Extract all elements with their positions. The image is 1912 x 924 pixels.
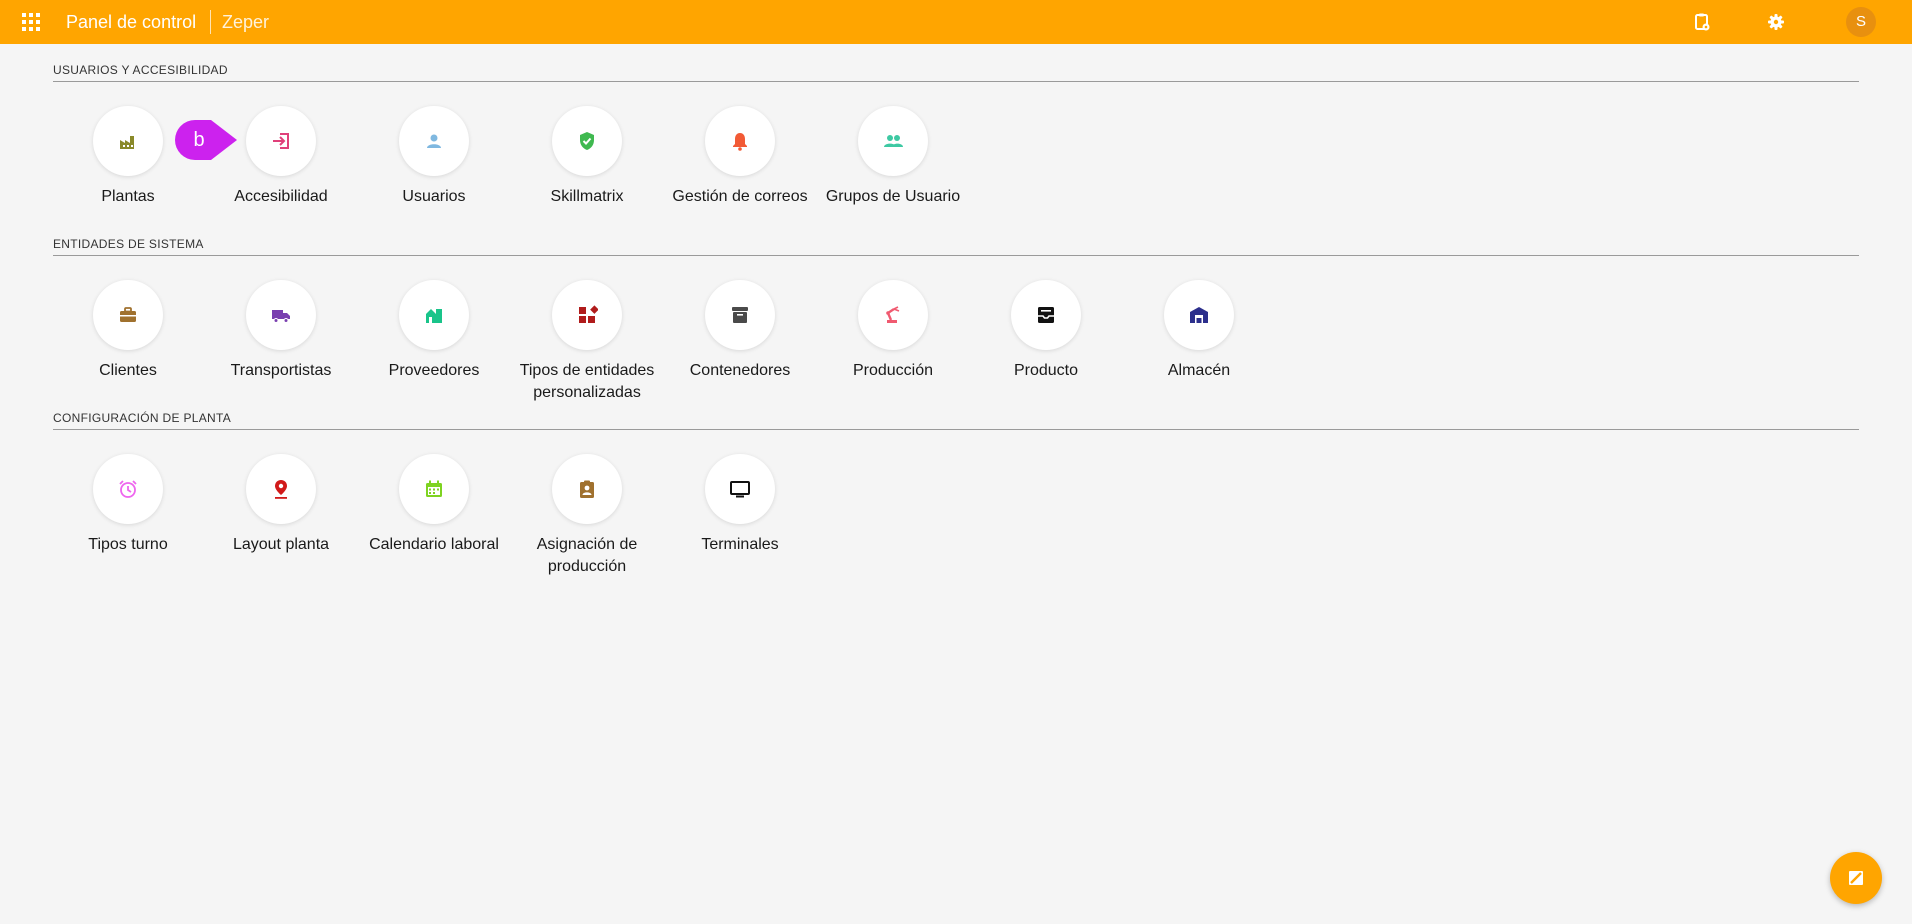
briefcase-icon [120,307,136,322]
tile-gestion-correos[interactable]: Gestión de correos [664,106,816,208]
tile-circle [246,280,316,350]
tile-label: Skillmatrix [550,188,624,205]
tile-terminales[interactable]: Terminales [664,454,816,556]
tile-label: Terminales [701,536,779,553]
tile-label: Contenedores [689,362,791,379]
inbox-icon [1038,307,1054,323]
tile-label: Accesibilidad [234,188,328,205]
tile-label: Calendario laboral [369,536,499,553]
tile-usuarios[interactable]: Usuarios [358,106,510,208]
user-avatar[interactable]: S [1846,7,1876,37]
tile-proveedores[interactable]: Proveedores [358,280,510,382]
section-title: USUARIOS Y ACCESIBILIDAD [53,63,228,77]
tile-label: Layout planta [232,536,330,553]
map-pin-icon [275,480,287,499]
tile-asignacion-produccion[interactable]: Asignación de producción [511,454,663,578]
warehouse-icon [1190,307,1208,323]
tile-circle [858,280,928,350]
tile-label: Tipos turno [88,536,168,553]
page-title: Panel de control [66,12,197,32]
tile-skillmatrix[interactable]: Skillmatrix [511,106,663,208]
assignment-ind-icon [580,480,594,498]
tile-produccion[interactable]: Producción [817,280,969,382]
tile-grupos-usuario[interactable]: Grupos de Usuario [817,106,969,208]
login-icon [273,133,289,149]
gear-icon[interactable] [1765,11,1787,33]
bell-icon [733,133,747,151]
tile-calendario-laboral[interactable]: Calendario laboral [358,454,510,556]
archive-icon [732,307,748,323]
alarm-icon [119,480,137,498]
tile-circle [246,106,316,176]
edit-square-icon [1849,871,1863,885]
tile-circle [399,454,469,524]
tile-label: Gestión de correos [672,188,808,205]
tile-transportistas[interactable]: Transportistas [205,280,357,382]
section-header-configuracion: CONFIGURACIÓN DE PLANTA [53,409,1859,430]
monitor-icon [730,481,750,498]
tile-circle [858,106,928,176]
tile-contenedores[interactable]: Contenedores [664,280,816,382]
tile-label: Plantas [101,188,155,205]
tile-circle [1164,280,1234,350]
section-header-entidades: ENTIDADES DE SISTEMA [53,235,1859,256]
tile-circle [1011,280,1081,350]
tile-tipos-entidades[interactable]: Tipos de entidades personalizadas [511,280,663,404]
person-icon [427,134,441,148]
company-name: Zeper [222,12,270,32]
truck-icon [272,310,290,323]
calendar-icon [426,480,442,497]
tile-label: Grupos de Usuario [825,188,961,205]
tile-circle [93,454,163,524]
annotation-marker-label: b [193,129,205,151]
tile-circle [552,280,622,350]
section-header-usuarios: USUARIOS Y ACCESIBILIDAD [53,61,1859,82]
tile-almacen[interactable]: Almacén [1123,280,1275,382]
tile-label: Almacén [1167,362,1231,379]
tile-label: Producto [1013,362,1079,379]
tile-circle [246,454,316,524]
shield-check-icon [580,132,594,150]
tile-clientes[interactable]: Clientes [52,280,204,382]
tile-label: Usuarios [402,188,466,205]
group-icon [884,135,903,147]
floating-action-button[interactable] [1830,852,1882,904]
tile-circle [93,280,163,350]
tile-label: Transportistas [230,362,332,379]
tile-label: Clientes [99,362,157,379]
tile-tipos-turno[interactable]: Tipos turno [52,454,204,556]
tile-label: Asignación de producción [536,536,638,575]
tile-circle [399,106,469,176]
apps-grid-icon[interactable] [20,11,42,33]
tile-circle [552,454,622,524]
tile-producto[interactable]: Producto [970,280,1122,382]
tile-circle [93,106,163,176]
store-icon [426,309,442,323]
section-title: CONFIGURACIÓN DE PLANTA [53,411,232,425]
widgets-icon [579,305,598,323]
tile-circle [552,106,622,176]
factory-icon [120,136,134,149]
title-divider [210,10,211,34]
tile-circle [705,454,775,524]
tile-label: Producción [852,362,934,379]
tile-layout-planta[interactable]: Layout planta [205,454,357,556]
tile-circle [705,106,775,176]
robot-arm-icon [886,306,900,323]
clipboard-settings-icon[interactable] [1691,11,1713,33]
tile-circle [399,280,469,350]
tile-label: Tipos de entidades personalizadas [519,362,655,401]
tile-circle [705,280,775,350]
top-app-bar: Panel de control Zeper S [0,0,1912,44]
tile-label: Proveedores [388,362,480,379]
section-title: ENTIDADES DE SISTEMA [53,237,204,251]
